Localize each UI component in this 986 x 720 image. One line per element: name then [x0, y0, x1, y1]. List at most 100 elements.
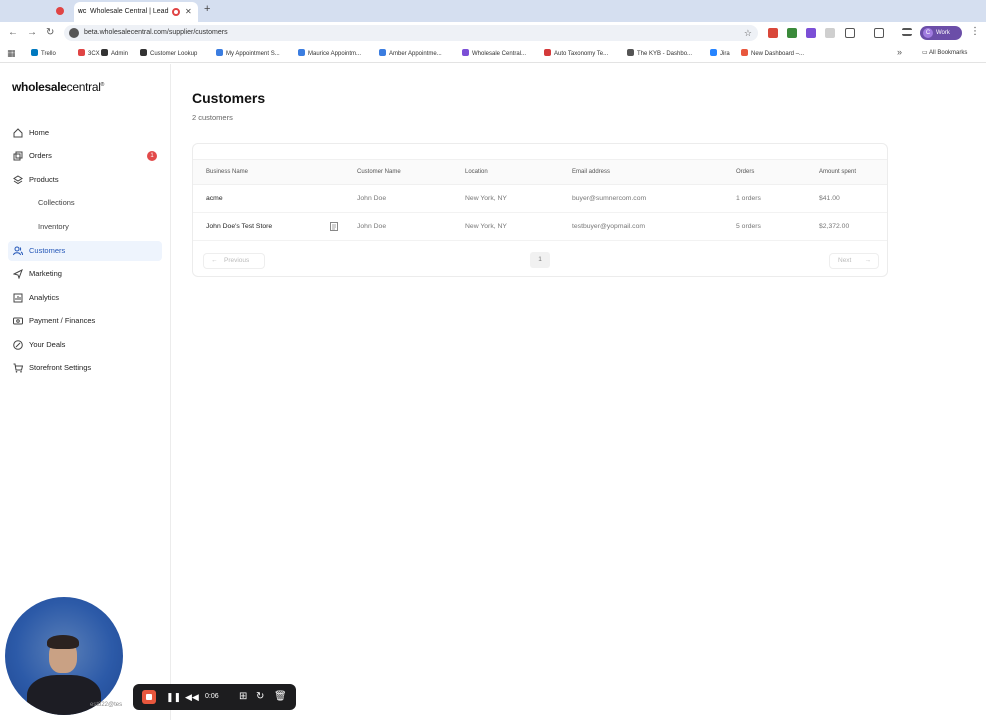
delete-icon[interactable]: 🗑: [274, 690, 287, 704]
bookmark-star-icon[interactable]: ☆: [744, 25, 752, 41]
sidebar-item-marketing[interactable]: Marketing: [8, 264, 162, 284]
bookmark-favicon-icon: [741, 49, 748, 56]
apps-grid-icon[interactable]: ▦: [7, 48, 16, 59]
profile-label: Work: [936, 30, 950, 36]
next-label: Next: [838, 257, 852, 264]
sidebar-item-storefront-settings[interactable]: Storefront Settings: [8, 358, 162, 378]
table-row[interactable]: acme John Doe New York, NY buyer@sumnercom.…: [193, 185, 887, 213]
recording-timer: 0:06: [205, 693, 219, 700]
table-cell: $41.00: [819, 195, 840, 202]
customer-count: 2 customers: [192, 113, 233, 122]
customers-table-card: Business Name Customer Name Location Email …: [192, 143, 888, 277]
bookmark-favicon-icon: [101, 49, 108, 56]
percent-icon: [13, 340, 23, 350]
sidebar-item-products[interactable]: Products: [8, 170, 162, 190]
bookmark-item[interactable]: My Appointment S...: [216, 49, 280, 59]
bookmarks-bar: ▦ Trello 3CX Admin Customer Lookup My Appoin…: [0, 44, 986, 63]
bookmark-item[interactable]: Auto Taxonomy Te...: [544, 49, 608, 59]
bookmark-item[interactable]: Trello: [31, 49, 56, 59]
extensions-puzzle-icon[interactable]: [845, 28, 855, 38]
bookmark-label: Amber Appointme...: [389, 51, 442, 57]
sidebar-item-label: Analytics: [29, 293, 60, 302]
bookmark-item[interactable]: Wholesale Central...: [462, 49, 526, 59]
address-bar[interactable]: beta.wholesalecentral.com/supplier/custo…: [64, 25, 758, 41]
url-text: beta.wholesalecentral.com/supplier/custo…: [84, 29, 228, 36]
stop-recording-button[interactable]: [142, 690, 156, 704]
site-info-icon[interactable]: [69, 28, 79, 38]
sidebar-item-customers[interactable]: Customers: [8, 241, 162, 261]
table-cell[interactable]: John Doe's Test Store: [206, 223, 272, 230]
orders-count-badge: 1: [147, 151, 157, 161]
marketing-icon: [13, 269, 23, 279]
tab-inactive[interactable]: [0, 2, 70, 20]
sidebar-item-home[interactable]: Home: [8, 123, 162, 143]
grid-icon[interactable]: ⊞: [239, 690, 247, 704]
extension-icon[interactable]: [768, 28, 778, 38]
column-header[interactable]: Business Name: [206, 169, 248, 175]
sidebar-item-payment-finances[interactable]: Payment / Finances: [8, 311, 162, 331]
sidebar-item-inventory[interactable]: Inventory: [8, 217, 162, 237]
bookmark-label: My Appointment S...: [226, 51, 280, 57]
bookmark-item[interactable]: Admin: [101, 49, 128, 59]
table-cell: buyer@sumnercom.com: [572, 195, 647, 202]
table-cell: 5 orders: [736, 223, 761, 230]
bookmark-favicon-icon: [544, 49, 551, 56]
column-header[interactable]: Email address: [572, 169, 610, 175]
sidebar-item-analytics[interactable]: Analytics: [8, 288, 162, 308]
sidebar-item-orders[interactable]: Orders 1: [8, 146, 162, 166]
sidebar-item-collections[interactable]: Collections: [8, 193, 162, 213]
bookmark-item[interactable]: The KYB - Dashbo...: [627, 49, 692, 59]
column-header[interactable]: Amount spent: [819, 169, 856, 175]
favicon-icon: WC: [78, 9, 87, 15]
profile-avatar: C: [923, 28, 933, 38]
back-icon[interactable]: ←: [8, 26, 18, 40]
recording-dot-icon: [56, 7, 64, 15]
sidebar-item-label: Products: [29, 175, 59, 184]
column-header[interactable]: Orders: [736, 169, 754, 175]
tab-active[interactable]: WC Wholesale Central | Lead ✕: [74, 2, 198, 22]
previous-page-button[interactable]: ← Previous: [203, 253, 265, 269]
extension-icon[interactable]: [787, 28, 797, 38]
next-page-button[interactable]: Next →: [829, 253, 879, 269]
sidebar-item-label: Collections: [38, 198, 75, 207]
sidebar-item-your-deals[interactable]: Your Deals: [8, 335, 162, 355]
side-panel-icon[interactable]: [902, 28, 912, 36]
bookmark-item[interactable]: Amber Appointme...: [379, 49, 442, 59]
page-number-button[interactable]: 1: [530, 252, 550, 268]
table-cell: 1 orders: [736, 195, 761, 202]
bookmark-label: Wholesale Central...: [472, 51, 527, 57]
webcam-bubble[interactable]: [5, 597, 123, 715]
more-bookmarks-icon[interactable]: »: [897, 47, 902, 57]
wholesale-central-logo[interactable]: wholesalecentral®: [12, 80, 104, 94]
bookmark-item[interactable]: Maurice Appointm...: [298, 49, 361, 59]
rewind-icon[interactable]: ◀◀: [185, 690, 199, 704]
sidebar-item-label: Home: [29, 128, 50, 137]
bookmark-item[interactable]: New Dashboard –...: [741, 49, 804, 59]
bookmark-label: Auto Taxonomy Te...: [554, 51, 609, 57]
browser-menu-icon[interactable]: ⋮: [970, 26, 980, 37]
column-header[interactable]: Location: [465, 169, 488, 175]
layers-icon: [13, 175, 23, 185]
bookmark-item[interactable]: Customer Lookup: [140, 49, 197, 59]
bookmark-item[interactable]: Jira: [710, 49, 730, 59]
extension-icon[interactable]: [825, 28, 835, 38]
table-row[interactable]: John Doe's Test Store John Doe New York, N…: [193, 213, 887, 241]
forward-icon[interactable]: →: [27, 26, 37, 40]
cart-icon: [13, 363, 23, 373]
bookmark-label: Maurice Appointm...: [308, 51, 362, 57]
new-tab-button[interactable]: +: [204, 3, 210, 15]
restart-icon[interactable]: ↻: [256, 690, 264, 704]
pause-icon[interactable]: ❚❚: [166, 690, 181, 704]
close-tab-icon[interactable]: ✕: [185, 2, 192, 22]
table-cell[interactable]: acme: [206, 195, 223, 202]
profile-button[interactable]: C Work: [920, 26, 962, 40]
all-bookmarks[interactable]: ▭ All Bookmarks: [922, 49, 967, 56]
table-cell: New York, NY: [465, 195, 507, 202]
tab-search-icon[interactable]: [874, 28, 884, 38]
column-header[interactable]: Customer Name: [357, 169, 401, 175]
reload-icon[interactable]: ↻: [46, 26, 54, 40]
bookmark-item[interactable]: 3CX: [78, 49, 100, 59]
note-icon[interactable]: [330, 222, 338, 231]
presenter-body: [27, 675, 101, 715]
extension-icon[interactable]: [806, 28, 816, 38]
